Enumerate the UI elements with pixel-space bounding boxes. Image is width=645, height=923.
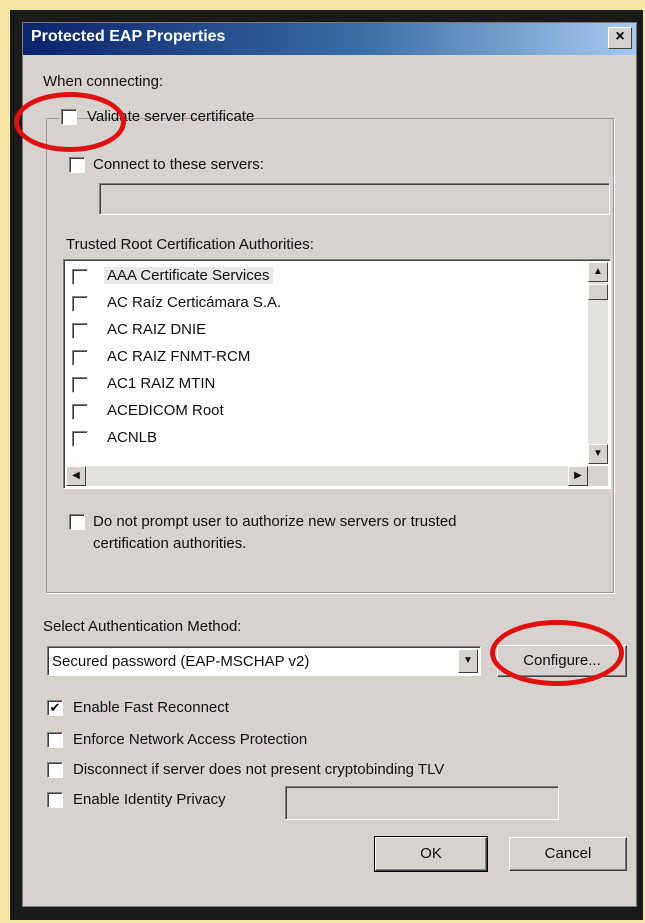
validate-certificate-legend: Validate server certificate: [59, 107, 254, 129]
horizontal-scrollbar[interactable]: ◀ ▶: [66, 466, 588, 486]
list-item[interactable]: AC RAIZ FNMT-RCM: [70, 345, 570, 371]
ok-button[interactable]: OK: [374, 836, 488, 872]
list-item-label: AAA Certificate Services: [104, 267, 273, 284]
list-item-checkbox[interactable]: [72, 404, 88, 420]
fast-reconnect-checkbox[interactable]: ✔: [47, 700, 63, 716]
list-item[interactable]: ACEDICOM Root: [70, 399, 570, 425]
list-item-checkbox[interactable]: [72, 377, 88, 393]
list-item-checkbox[interactable]: [72, 323, 88, 339]
fast-reconnect-label: Enable Fast Reconnect: [73, 699, 229, 716]
vertical-scrollbar[interactable]: ▲ ▼: [588, 262, 608, 464]
list-item-label: AC RAIZ FNMT-RCM: [107, 348, 251, 365]
do-not-prompt-label-line2: certification authorities.: [93, 535, 247, 552]
auth-method-select[interactable]: Secured password (EAP-MSCHAP v2) ▼: [47, 646, 481, 676]
list-item[interactable]: AC RAIZ DNIE: [70, 318, 570, 344]
list-item-label: ACEDICOM Root: [107, 402, 224, 419]
list-item[interactable]: AC1 RAIZ MTIN: [70, 372, 570, 398]
window-title: Protected EAP Properties: [31, 28, 226, 45]
connect-servers-checkbox[interactable]: [69, 157, 85, 173]
servers-input[interactable]: [99, 183, 610, 215]
scroll-right-icon[interactable]: ▶: [568, 466, 588, 486]
configure-button[interactable]: Configure...: [497, 645, 627, 677]
enforce-nap-checkbox[interactable]: [47, 732, 63, 748]
do-not-prompt-label-line1: Do not prompt user to authorize new serv…: [93, 513, 457, 530]
trusted-roots-list[interactable]: AAA Certificate Services AC Raíz Certicá…: [63, 259, 611, 489]
auth-method-value: Secured password (EAP-MSCHAP v2): [52, 653, 310, 670]
connect-servers-label: Connect to these servers:: [93, 156, 264, 173]
when-connecting-label: When connecting:: [43, 73, 164, 90]
list-item-checkbox[interactable]: [72, 350, 88, 366]
validate-certificate-checkbox[interactable]: [61, 109, 77, 125]
auth-method-label: Select Authentication Method:: [43, 618, 242, 635]
scrollbar-corner: [588, 466, 608, 486]
vertical-scroll-thumb[interactable]: [588, 284, 608, 300]
list-item-label: AC1 RAIZ MTIN: [107, 375, 216, 392]
validate-certificate-label: Validate server certificate: [87, 108, 255, 125]
scroll-left-icon[interactable]: ◀: [66, 466, 86, 486]
list-item-label: AC Raíz Certicámara S.A.: [107, 294, 282, 311]
cryptobinding-checkbox[interactable]: [47, 762, 63, 778]
list-item-checkbox[interactable]: [72, 431, 88, 447]
chevron-down-icon[interactable]: ▼: [458, 649, 478, 673]
enforce-nap-label: Enforce Network Access Protection: [73, 731, 308, 748]
close-button[interactable]: ×: [608, 27, 632, 49]
identity-privacy-label: Enable Identity Privacy: [73, 791, 226, 808]
list-item-label: ACNLB: [107, 429, 158, 446]
do-not-prompt-checkbox[interactable]: [69, 514, 85, 530]
cancel-button[interactable]: Cancel: [509, 837, 627, 871]
list-item-checkbox[interactable]: [72, 296, 88, 312]
scroll-up-icon[interactable]: ▲: [588, 262, 608, 282]
list-item[interactable]: AAA Certificate Services: [70, 264, 570, 290]
identity-privacy-checkbox[interactable]: [47, 792, 63, 808]
identity-privacy-input[interactable]: [285, 786, 559, 820]
trusted-roots-label: Trusted Root Certification Authorities:: [66, 236, 314, 253]
cryptobinding-label: Disconnect if server does not present cr…: [73, 761, 445, 778]
list-item-checkbox[interactable]: [72, 269, 88, 285]
title-bar[interactable]: Protected EAP Properties ×: [23, 23, 636, 55]
list-item[interactable]: AC Raíz Certicámara S.A.: [70, 291, 570, 317]
list-item[interactable]: ACNLB: [70, 426, 570, 452]
list-item-label: AC RAIZ DNIE: [107, 321, 207, 338]
peap-properties-dialog: Protected EAP Properties × When connecti…: [22, 22, 637, 907]
scroll-down-icon[interactable]: ▼: [588, 444, 608, 464]
